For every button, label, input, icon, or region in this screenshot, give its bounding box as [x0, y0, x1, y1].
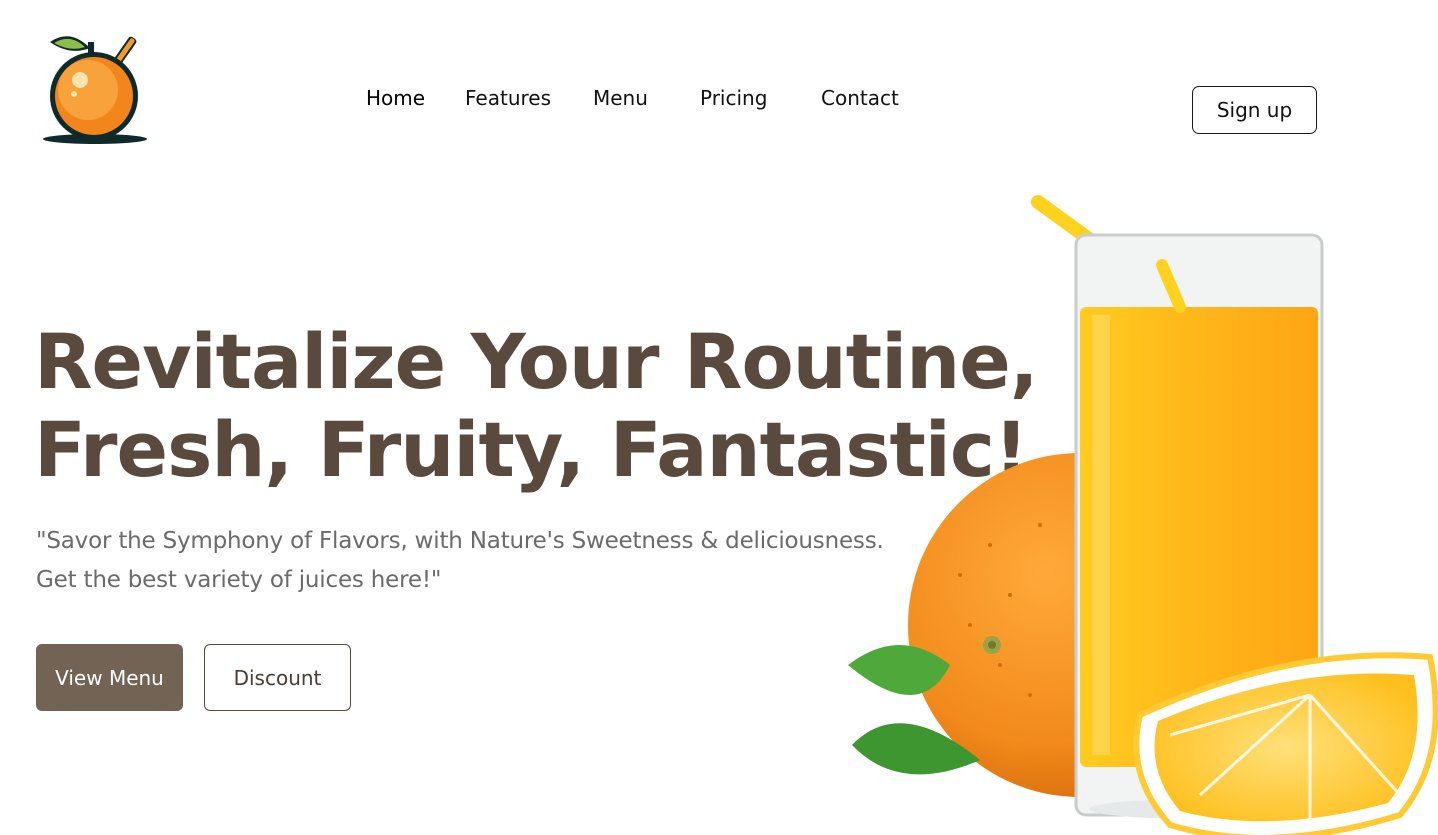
nav-menu[interactable]: Menu	[593, 86, 648, 110]
hero-subtitle: "Savor the Symphony of Flavors, with Nat…	[36, 522, 936, 600]
nav-home[interactable]: Home	[366, 86, 425, 110]
signup-button[interactable]: Sign up	[1192, 86, 1317, 134]
hero-subtitle-line-1: "Savor the Symphony of Flavors, with Nat…	[36, 528, 884, 554]
discount-button[interactable]: Discount	[204, 644, 351, 711]
landing-page: Home Features Menu Pricing Contact Sign …	[0, 0, 1438, 835]
logo-orange-icon[interactable]	[40, 28, 160, 148]
nav-features[interactable]: Features	[465, 86, 551, 110]
view-menu-button[interactable]: View Menu	[36, 644, 183, 711]
hero-subtitle-line-2: Get the best variety of juices here!"	[36, 567, 442, 593]
hero-juice-image	[848, 195, 1438, 835]
nav-pricing[interactable]: Pricing	[700, 86, 767, 110]
nav-contact[interactable]: Contact	[821, 86, 899, 110]
